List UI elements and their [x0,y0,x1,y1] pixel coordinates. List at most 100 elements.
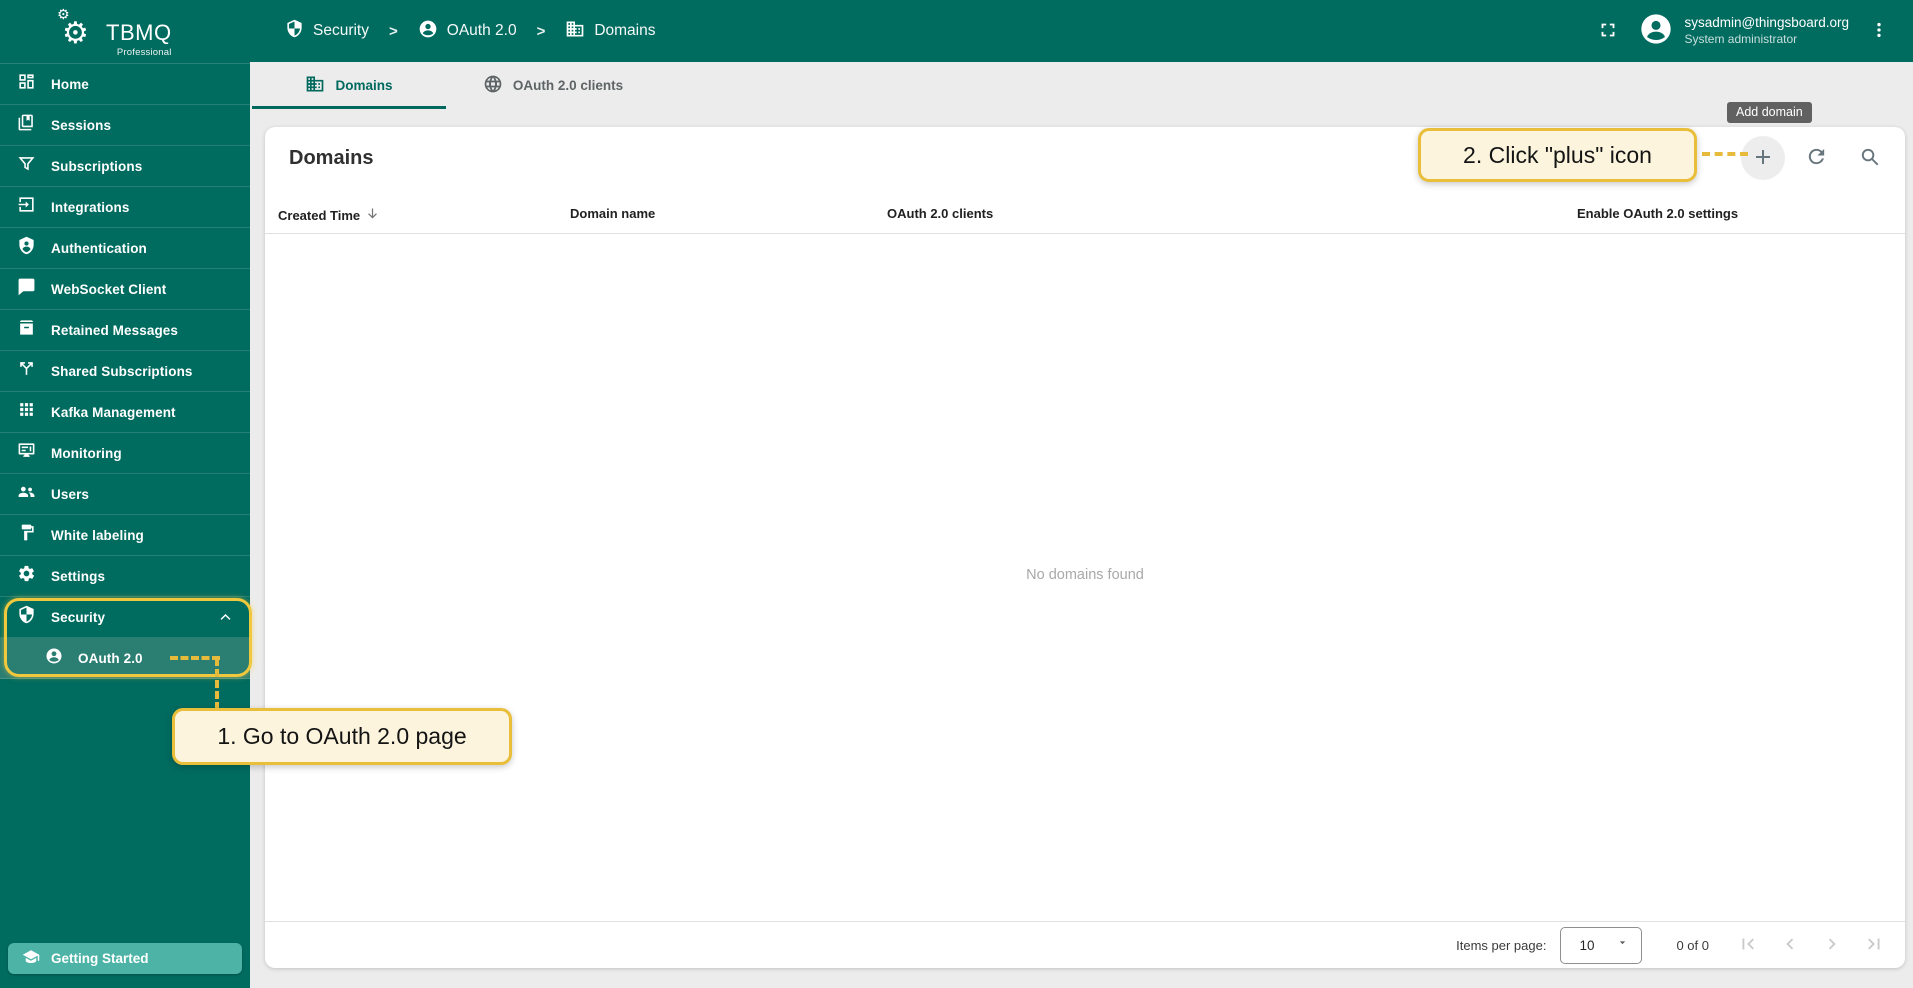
sidebar-item-websocket-client[interactable]: WebSocket Client [0,269,250,310]
column-created-time[interactable]: Created Time [278,206,380,224]
sidebar-item-authentication[interactable]: Authentication [0,228,250,269]
sidebar-item-label: Home [51,77,89,92]
sidebar-item-label: White labeling [51,528,144,543]
refresh-icon [1805,145,1828,171]
auth-shield-icon [17,236,36,260]
sidebar-menu: Home Sessions Subscriptions Integrations… [0,63,250,679]
chevron-left-icon [1779,933,1801,958]
breadcrumb-domains[interactable]: Domains [565,19,655,44]
sidebar-item-retained-messages[interactable]: Retained Messages [0,310,250,351]
tbmq-logo-icon: ⚙ ⚙ [60,8,100,54]
sidebar-item-label: Shared Subscriptions [51,364,193,379]
sidebar-item-label: Security [51,610,105,625]
filter-icon [17,154,36,178]
sidebar-item-label: Retained Messages [51,323,178,338]
page-size-value: 10 [1579,938,1594,953]
sidebar-item-monitoring[interactable]: Monitoring [0,433,250,474]
plus-icon [1751,145,1775,172]
domain-icon [305,74,325,97]
sidebar-item-shared-subscriptions[interactable]: Shared Subscriptions [0,351,250,392]
page-title: Domains [289,147,373,170]
sidebar-item-home[interactable]: Home [0,64,250,105]
sidebar-item-label: Sessions [51,118,111,133]
first-page-button[interactable] [1727,924,1769,966]
paginator-range: 0 of 0 [1676,938,1709,953]
tutorial-step2-callout: 2. Click "plus" icon [1418,128,1697,182]
sidebar-item-label: Subscriptions [51,159,142,174]
sidebar-item-kafka-management[interactable]: Kafka Management [0,392,250,433]
sidebar-item-settings[interactable]: Settings [0,556,250,597]
chevron-right-icon [1821,933,1843,958]
apps-grid-icon [17,400,36,424]
column-label: Created Time [278,208,360,223]
chevron-up-icon[interactable] [217,609,234,631]
archive-icon [17,318,36,342]
column-domain-name[interactable]: Domain name [570,206,655,221]
breadcrumb-label: Security [313,22,369,40]
next-page-button[interactable] [1811,924,1853,966]
last-page-button[interactable] [1853,924,1895,966]
top-header-bar: Security > OAuth 2.0 > Domains sysadmin@… [0,0,1913,62]
sidebar-item-label: Monitoring [51,446,122,461]
sidebar-item-label: Authentication [51,241,147,256]
user-role: System administrator [1684,32,1849,47]
breadcrumb-oauth[interactable]: OAuth 2.0 [418,19,517,44]
add-domain-button[interactable] [1741,136,1785,180]
tutorial-step1-connector-horizontal [170,656,220,660]
gear-icon [17,564,36,588]
school-icon [22,948,40,969]
shield-icon [285,19,304,43]
getting-started-button[interactable]: Getting Started [8,943,242,974]
column-label: OAuth 2.0 clients [887,206,993,221]
breadcrumb: Security > OAuth 2.0 > Domains [285,0,656,62]
sidebar-item-integrations[interactable]: Integrations [0,187,250,228]
column-label: Enable OAuth 2.0 settings [1577,206,1738,221]
breadcrumb-label: OAuth 2.0 [447,22,517,40]
tab-domains[interactable]: Domains [252,62,446,109]
user-email: sysadmin@thingsboard.org [1684,15,1849,32]
search-button[interactable] [1847,136,1891,180]
logo-text: TBMQ Professional [106,8,172,58]
last-page-icon [1863,933,1885,958]
globe-icon [483,74,503,97]
refresh-button[interactable] [1794,136,1838,180]
tutorial-step2-connector [1702,152,1748,156]
monitor-icon [17,441,36,465]
fullscreen-button[interactable] [1588,11,1628,51]
breadcrumb-label: Domains [594,22,655,40]
user-info[interactable]: sysadmin@thingsboard.org System administ… [1684,15,1849,47]
sidebar-item-security[interactable]: Security [0,597,250,638]
page-size-select[interactable]: 10 [1560,927,1642,964]
app-logo[interactable]: ⚙ ⚙ TBMQ Professional [60,8,172,58]
tutorial-step1-callout: 1. Go to OAuth 2.0 page [172,708,512,765]
column-enable-oauth2-settings[interactable]: Enable OAuth 2.0 settings [1577,206,1738,221]
input-icon [17,195,36,219]
sidebar-item-label: OAuth 2.0 [78,651,143,666]
kebab-menu-button[interactable] [1865,11,1893,51]
people-icon [17,482,36,506]
tab-label: Domains [335,78,392,93]
column-oauth2-clients[interactable]: OAuth 2.0 clients [887,206,993,221]
dashboard-icon [17,72,36,96]
book-icon [17,113,36,137]
domains-card: Domains Created Time Domain name [265,127,1905,968]
breadcrumb-security[interactable]: Security [285,19,369,43]
tab-oauth2-clients[interactable]: OAuth 2.0 clients [446,62,660,109]
tutorial-step1-connector-vertical [215,658,219,710]
chat-icon [17,277,36,301]
avatar[interactable] [1640,13,1672,50]
sidebar-item-sessions[interactable]: Sessions [0,105,250,146]
breadcrumb-separator: > [383,23,404,40]
items-per-page-label: Items per page: [1456,938,1546,953]
empty-state-message: No domains found [265,567,1905,583]
sidebar: ⚙ ⚙ TBMQ Professional Home Sessions Subs… [0,0,250,988]
tab-bar: Domains OAuth 2.0 clients [250,62,1913,109]
previous-page-button[interactable] [1769,924,1811,966]
sidebar-item-subscriptions[interactable]: Subscriptions [0,146,250,187]
sidebar-item-white-labeling[interactable]: White labeling [0,515,250,556]
sidebar-item-users[interactable]: Users [0,474,250,515]
fullscreen-icon [1597,19,1619,44]
column-label: Domain name [570,206,655,221]
person-icon [45,647,63,670]
kebab-menu-icon [1869,20,1889,43]
